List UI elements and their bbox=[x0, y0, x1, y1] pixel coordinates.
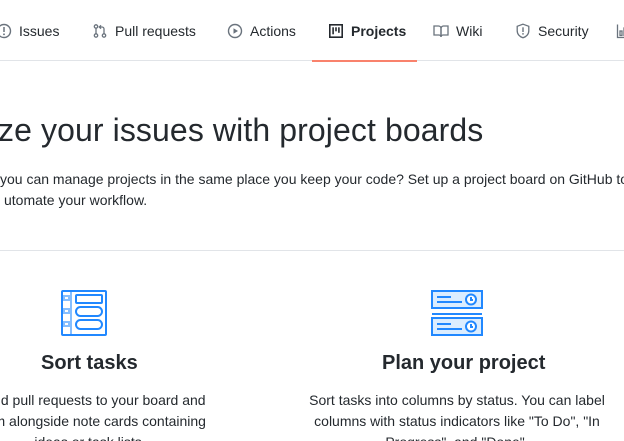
tab-pull-requests[interactable]: Pull requests bbox=[92, 0, 196, 61]
tab-wiki[interactable]: Wiki bbox=[433, 0, 482, 61]
sort-tasks-desc-line: them alongside note cards containing bbox=[0, 413, 206, 429]
lead-line-1: you can manage projects in the same plac… bbox=[0, 171, 624, 187]
tab-security-label: Security bbox=[538, 22, 589, 39]
tab-issues[interactable]: Issues bbox=[0, 0, 59, 61]
sort-tasks-desc-line: s and pull requests to your board and bbox=[0, 392, 206, 408]
page-headline: ze your issues with project boards bbox=[0, 112, 484, 148]
tab-actions-label: Actions bbox=[250, 22, 296, 39]
play-icon bbox=[227, 23, 243, 39]
plan-project-desc-line: columns with status indicators like "To … bbox=[314, 413, 600, 429]
shield-icon bbox=[515, 23, 531, 39]
issue-opened-icon bbox=[0, 23, 12, 39]
tab-security[interactable]: Security bbox=[515, 0, 589, 61]
sort-tasks-title: Sort tasks bbox=[41, 352, 138, 374]
tab-projects-label: Projects bbox=[351, 22, 407, 39]
tab-projects[interactable]: Projects bbox=[312, 0, 417, 62]
project-icon bbox=[328, 23, 344, 39]
book-icon bbox=[433, 23, 449, 39]
plan-project-desc-line: Progress", and "Done". bbox=[300, 432, 614, 441]
sort-tasks-description: s and pull requests to your board and th… bbox=[0, 390, 240, 441]
section-divider bbox=[0, 250, 624, 251]
git-pull-request-icon bbox=[92, 23, 108, 39]
plan-project-description: Sort tasks into columns by status. You c… bbox=[300, 390, 614, 441]
sort-tasks-desc-line: ideas or task lists. bbox=[0, 432, 240, 441]
plan-project-title: Plan your project bbox=[382, 352, 546, 374]
lead-line-2: utomate your workflow. bbox=[4, 192, 148, 208]
kanban-board-icon bbox=[61, 290, 107, 336]
graph-icon bbox=[616, 23, 624, 39]
projects-page: Issues Pull requests Actions Projects Wi bbox=[0, 0, 624, 441]
plan-project-desc-line: Sort tasks into columns by status. You c… bbox=[309, 392, 605, 408]
status-columns-icon bbox=[431, 290, 483, 336]
tab-issues-label: Issues bbox=[19, 22, 60, 39]
tab-pull-requests-label: Pull requests bbox=[115, 22, 196, 39]
repo-tabnav: Issues Pull requests Actions Projects Wi bbox=[0, 0, 624, 62]
tab-wiki-label: Wiki bbox=[456, 22, 483, 39]
lead-paragraph: you can manage projects in the same plac… bbox=[0, 169, 624, 211]
tab-insights[interactable] bbox=[616, 0, 624, 61]
tab-actions[interactable]: Actions bbox=[227, 0, 296, 61]
